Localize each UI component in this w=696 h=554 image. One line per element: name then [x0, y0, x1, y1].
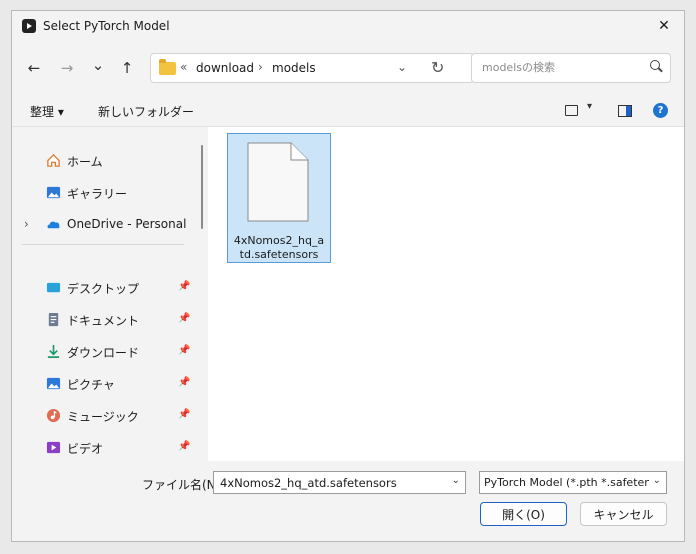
pin-icon: 📌: [178, 345, 191, 356]
recent-locations-button[interactable]: ⌄: [88, 55, 108, 75]
downloads-icon: [47, 344, 60, 358]
up-button[interactable]: ↑: [117, 58, 137, 78]
file-dialog-window: Select PyTorch Model ✕ ← → ⌄ ↑ « downloa…: [11, 10, 685, 542]
pin-icon: 📌: [178, 281, 191, 292]
breadcrumb-models[interactable]: models: [272, 61, 316, 75]
sidebar-scrollbar[interactable]: [201, 145, 203, 229]
chevron-down-icon[interactable]: ⌄: [650, 475, 661, 486]
music-icon: [46, 408, 61, 423]
view-icon[interactable]: [565, 105, 578, 116]
videos-icon: [46, 441, 61, 454]
file-list-pane: 4xNomos2_hq_atd.safetensors: [208, 127, 684, 461]
home-icon: [47, 153, 60, 167]
file-type-select[interactable]: PyTorch Model (*.pth *.safetensors) ⌄: [479, 471, 667, 494]
search-icon[interactable]: [650, 60, 660, 70]
sidebar-item-label: ドキュメント: [67, 314, 140, 328]
close-button[interactable]: ✕: [644, 11, 684, 41]
sidebar-item-onedrive[interactable]: › OneDrive - Personal: [12, 213, 192, 237]
sidebar-item-label: デスクトップ: [67, 282, 140, 296]
gallery-icon: [46, 186, 61, 199]
pin-icon: 📌: [178, 313, 191, 324]
search-input[interactable]: [480, 60, 644, 75]
file-type-value: PyTorch Model (*.pth *.safetensors): [484, 476, 649, 489]
address-dropdown-icon[interactable]: ⌄: [397, 60, 407, 74]
sidebar-item-home[interactable]: ホーム: [12, 149, 192, 173]
sidebar-item-desktop[interactable]: デスクトップ 📌: [12, 276, 192, 300]
pin-icon: 📌: [178, 377, 191, 388]
sidebar-item-label: ピクチャ: [67, 378, 115, 392]
app-icon: [22, 19, 36, 33]
address-bar[interactable]: « download › models ⌄ ↻: [150, 53, 474, 83]
navigation-pane: ホーム ギャラリー › OneDrive - Personal デスクトップ 📌…: [12, 127, 206, 461]
forward-button[interactable]: →: [57, 58, 77, 78]
sidebar-item-label: ホーム: [67, 155, 103, 169]
back-button[interactable]: ←: [24, 58, 44, 78]
refresh-icon[interactable]: ↻: [431, 58, 444, 77]
help-icon[interactable]: ?: [653, 103, 668, 118]
cancel-button[interactable]: キャンセル: [580, 502, 667, 526]
navigation-bar: ← → ⌄ ↑ « download › models ⌄ ↻: [12, 42, 684, 92]
sidebar-item-label: OneDrive - Personal: [67, 217, 187, 231]
sidebar-item-label: ダウンロード: [67, 346, 140, 360]
expand-chevron-icon[interactable]: ›: [24, 217, 29, 231]
sidebar-item-documents[interactable]: ドキュメント 📌: [12, 308, 192, 332]
window-title: Select PyTorch Model: [43, 19, 170, 33]
filename-input[interactable]: [218, 475, 447, 491]
sidebar-item-videos[interactable]: ビデオ 📌: [12, 436, 192, 460]
sidebar-item-pictures[interactable]: ピクチャ 📌: [12, 372, 192, 396]
title-bar: Select PyTorch Model ✕: [12, 11, 684, 41]
command-bar: 整理 ▾ 新しいフォルダー ▾ ?: [12, 96, 684, 127]
desktop-icon: [46, 282, 61, 293]
file-name: 4xNomos2_hq_atd.safetensors: [233, 234, 325, 261]
breadcrumb-separator: ›: [258, 60, 263, 74]
filename-combobox[interactable]: ⌄: [213, 471, 466, 494]
organize-button[interactable]: 整理 ▾: [30, 103, 64, 120]
file-document-icon: [247, 142, 309, 222]
pin-icon: 📌: [178, 441, 191, 452]
sidebar-item-gallery[interactable]: ギャラリー: [12, 181, 192, 205]
sidebar-divider: [22, 244, 184, 245]
dialog-footer: ファイル名(N): ⌄ PyTorch Model (*.pth *.safet…: [12, 461, 684, 541]
breadcrumb-download[interactable]: download: [196, 61, 254, 75]
sidebar-item-music[interactable]: ミュージック 📌: [12, 404, 192, 428]
new-folder-button[interactable]: 新しいフォルダー: [98, 103, 194, 120]
sidebar-item-downloads[interactable]: ダウンロード 📌: [12, 340, 192, 364]
pictures-icon: [46, 377, 61, 390]
preview-pane-icon[interactable]: [618, 105, 632, 117]
pin-icon: 📌: [178, 409, 191, 420]
sidebar-item-label: ビデオ: [67, 442, 104, 456]
folder-icon: [159, 59, 176, 75]
file-item[interactable]: 4xNomos2_hq_atd.safetensors: [227, 133, 331, 263]
breadcrumb-overflow[interactable]: «: [180, 60, 187, 74]
onedrive-icon: [47, 221, 60, 229]
search-box[interactable]: [471, 53, 671, 83]
chevron-down-icon[interactable]: ⌄: [452, 475, 460, 486]
view-dropdown-icon[interactable]: ▾: [587, 101, 592, 112]
sidebar-item-label: ギャラリー: [67, 187, 128, 201]
open-button[interactable]: 開く(O): [480, 502, 567, 526]
sidebar-item-label: ミュージック: [67, 410, 139, 424]
documents-icon: [48, 312, 59, 327]
